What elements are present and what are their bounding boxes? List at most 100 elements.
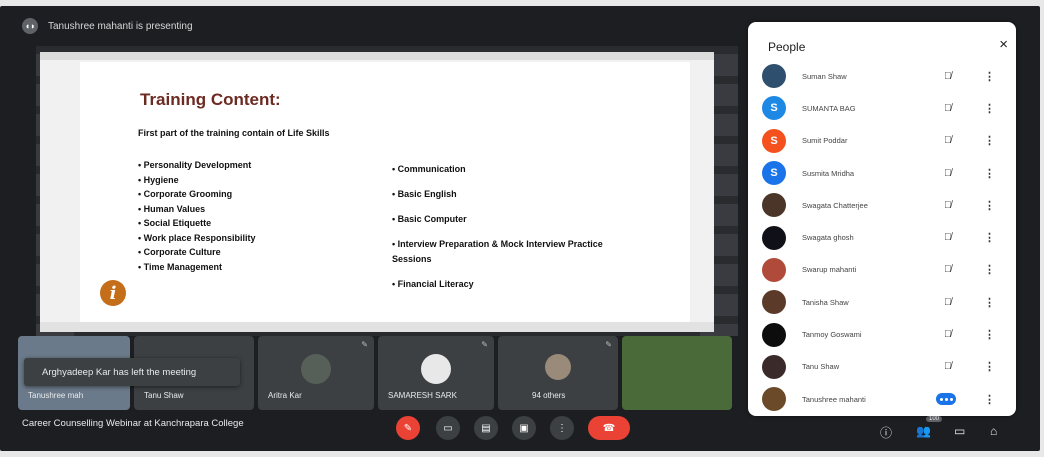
- participant-tile[interactable]: ✎ 94 others: [498, 336, 618, 410]
- camera-icon[interactable]: ▭: [436, 416, 460, 440]
- people-list-item[interactable]: Tanmoy Goswami 🎙̸ ⋮: [748, 318, 1016, 350]
- bullet-item: Personality Development: [138, 160, 256, 170]
- avatar: [762, 322, 786, 347]
- avatar: [301, 354, 331, 384]
- speaking-indicator-icon: [936, 393, 956, 406]
- people-list-item[interactable]: S SUMANTA BAG 🎙̸ ⋮: [748, 92, 1016, 124]
- avatar: [762, 354, 786, 379]
- avatar: [762, 225, 786, 250]
- more-options-icon[interactable]: ⋮: [984, 70, 995, 83]
- slide-statusbar: [40, 322, 714, 332]
- slide-title: Training Content:: [140, 90, 281, 109]
- participant-name: Swagata Chatterjee: [802, 200, 868, 210]
- participant-name: Tanisha Shaw: [802, 297, 849, 307]
- slide-topbar: [40, 52, 714, 60]
- participant-name: Tanu Shaw: [802, 362, 840, 372]
- participant-name: Tanmoy Goswami: [802, 330, 862, 340]
- participant-count-badge: 100: [926, 416, 943, 422]
- participant-name: Suman Shaw: [802, 71, 847, 81]
- more-options-icon[interactable]: ⋮: [984, 263, 995, 276]
- slide-subtitle: First part of the training contain of Li…: [138, 128, 330, 138]
- avatar: S: [762, 161, 786, 186]
- avatar: [762, 64, 786, 89]
- more-options-icon[interactable]: ⋮: [984, 296, 995, 309]
- bullet-item: Human Values: [138, 204, 256, 214]
- people-list-item[interactable]: Swagata Chatterjee 🎙̸ ⋮: [748, 189, 1016, 221]
- avatar: [762, 193, 786, 218]
- bullet-item: Financial Literacy: [392, 277, 622, 292]
- others-count: 94 others: [532, 391, 566, 400]
- participant-name: SUMANTA BAG: [802, 103, 856, 113]
- captions-icon[interactable]: ▤: [474, 416, 498, 440]
- company-logo: i: [100, 280, 126, 306]
- left-bullet-list: Personality Development Hygiene Corporat…: [138, 160, 256, 276]
- bullet-item: Corporate Grooming: [138, 189, 256, 199]
- people-list-item[interactable]: Tanushree mahanti ⋮: [748, 383, 1016, 415]
- mic-off-icon: ✎: [481, 340, 488, 349]
- people-list-item[interactable]: Tanu Shaw 🎙̸ ⋮: [748, 351, 1016, 383]
- people-icon[interactable]: 👥: [916, 424, 931, 438]
- active-speaker-tile[interactable]: [622, 336, 732, 410]
- more-options-icon[interactable]: ⋮: [984, 102, 995, 115]
- avatar: S: [762, 128, 786, 153]
- participant-name: Swagata ghosh: [802, 233, 854, 243]
- people-list-item[interactable]: Tanisha Shaw 🎙̸ ⋮: [748, 286, 1016, 318]
- mic-off-icon[interactable]: 🎙̸: [944, 329, 952, 340]
- tile-name: SAMARESH SARK: [388, 391, 457, 400]
- avatar: [762, 290, 786, 315]
- people-list-item[interactable]: S Susmita Mridha 🎙̸ ⋮: [748, 157, 1016, 189]
- tile-name: Tanushree mah: [28, 391, 84, 400]
- slide: Training Content: First part of the trai…: [80, 62, 690, 324]
- mic-off-icon[interactable]: 🎙̸: [944, 200, 952, 211]
- people-list-item[interactable]: Swagata ghosh 🎙̸ ⋮: [748, 221, 1016, 253]
- people-panel-title: People: [768, 40, 806, 54]
- participant-name: Swarup mahanti: [802, 265, 857, 275]
- avatar: [421, 354, 451, 384]
- presenting-bar: ◖◗ Tanushree mahanti is presenting: [22, 16, 193, 36]
- slide-frame: Training Content: First part of the trai…: [40, 52, 714, 332]
- more-options-icon[interactable]: ⋮: [984, 360, 995, 373]
- close-icon[interactable]: ×: [999, 36, 1008, 53]
- right-bullet-list: Communication Basic English Basic Comput…: [392, 162, 622, 302]
- mic-off-icon[interactable]: 🎙̸: [944, 297, 952, 308]
- tile-name: Aritra Kar: [268, 391, 302, 400]
- more-options-icon[interactable]: ⋮: [984, 167, 995, 180]
- participant-tile[interactable]: ✎ Aritra Kar: [258, 336, 374, 410]
- bullet-item: Work place Responsibility: [138, 233, 256, 243]
- chat-icon[interactable]: ▭: [954, 424, 965, 438]
- people-list-item[interactable]: Swarup mahanti 🎙̸ ⋮: [748, 254, 1016, 286]
- end-call-icon[interactable]: ☎: [588, 416, 630, 440]
- bullet-item: Social Etiquette: [138, 218, 256, 228]
- bullet-item: Hygiene: [138, 175, 256, 185]
- people-list-item[interactable]: Suman Shaw 🎙̸ ⋮: [748, 60, 1016, 92]
- screen-share: Training Content: First part of the trai…: [36, 46, 738, 336]
- bullet-item: Communication: [392, 162, 622, 177]
- activities-icon[interactable]: ⌂: [990, 424, 997, 438]
- avatar: [762, 387, 786, 412]
- participant-name: Sumit Poddar: [802, 136, 848, 146]
- present-icon[interactable]: ▣: [512, 416, 536, 440]
- mic-off-icon[interactable]: 🎙̸: [944, 103, 952, 114]
- mic-off-icon[interactable]: 🎙̸: [944, 168, 952, 179]
- mic-off-icon[interactable]: 🎙̸: [944, 264, 952, 275]
- participant-tile[interactable]: ✎ SAMARESH SARK: [378, 336, 494, 410]
- microphone-muted-icon[interactable]: ✎: [396, 416, 420, 440]
- more-options-icon[interactable]: ⋮: [984, 393, 995, 406]
- more-options-icon[interactable]: ⋮: [984, 231, 995, 244]
- mic-off-icon[interactable]: 🎙̸: [944, 71, 952, 82]
- mic-off-icon[interactable]: 🎙̸: [944, 361, 952, 372]
- bullet-item: Corporate Culture: [138, 247, 256, 257]
- info-icon[interactable]: ⓘ: [880, 424, 892, 441]
- more-options-icon[interactable]: ⋮: [984, 134, 995, 147]
- more-options-icon[interactable]: ⋮: [984, 328, 995, 341]
- people-panel: People × Suman Shaw 🎙̸ ⋮ S SUMANTA BAG 🎙̸ ⋮ S Su…: [748, 22, 1016, 416]
- mic-off-icon[interactable]: 🎙̸: [944, 232, 952, 243]
- left-meeting-toast: Arghyadeep Kar has left the meeting: [24, 358, 240, 386]
- mic-off-icon[interactable]: 🎙̸: [944, 135, 952, 146]
- mic-off-icon: ✎: [361, 340, 368, 349]
- more-vert-icon[interactable]: ⋮: [550, 416, 574, 440]
- meet-window: ◖◗ Tanushree mahanti is presenting Train…: [0, 6, 1040, 451]
- more-options-icon[interactable]: ⋮: [984, 199, 995, 212]
- presenting-audio-icon: ◖◗: [22, 18, 38, 34]
- people-list-item[interactable]: S Sumit Poddar 🎙̸ ⋮: [748, 125, 1016, 157]
